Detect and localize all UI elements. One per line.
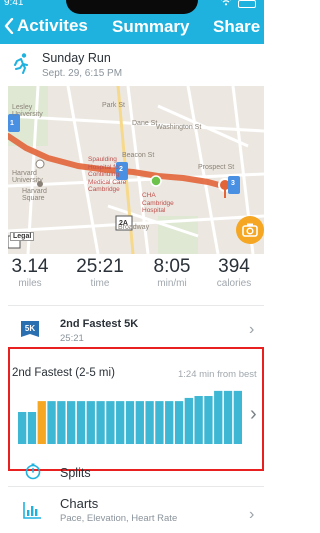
stat-calories: 394 calories bbox=[204, 256, 264, 289]
chevron-right-icon: › bbox=[250, 403, 257, 425]
mile-marker-2: 2 bbox=[119, 166, 123, 173]
runner-icon bbox=[14, 53, 28, 74]
comparison-bar-chart bbox=[18, 390, 242, 444]
map-label-prospect-st: Prospect St bbox=[198, 164, 235, 171]
past-run-bar bbox=[18, 412, 27, 444]
add-photo-button[interactable] bbox=[236, 216, 264, 244]
past-run-bar bbox=[57, 401, 66, 444]
device-notch bbox=[66, 0, 198, 14]
past-run-bar bbox=[96, 401, 105, 444]
mile-marker-3: 3 bbox=[231, 180, 235, 187]
past-run-bar bbox=[165, 401, 174, 444]
battery-icon bbox=[238, 0, 256, 8]
past-run-bar bbox=[223, 390, 233, 444]
map-label-dane-st: Dane St bbox=[132, 120, 158, 127]
past-run-bar bbox=[145, 401, 154, 444]
map-label-washington-st: Washington St bbox=[156, 124, 202, 131]
past-run-bar bbox=[86, 401, 95, 444]
comparison-delta: 1:24 min from best bbox=[178, 369, 257, 380]
past-run-bar bbox=[67, 401, 76, 444]
charts-subtitle: Pace, Elevation, Heart Rate bbox=[60, 513, 178, 524]
map-label-spaulding: Spaulding Hospital for Continuing Medica… bbox=[88, 156, 127, 193]
activity-name: Sunday Run bbox=[42, 51, 111, 65]
past-run-bar bbox=[76, 401, 86, 444]
past-run-bar bbox=[27, 412, 37, 444]
splits-row[interactable]: Splits bbox=[60, 466, 91, 480]
map-label-harvard-square: Harvard Square bbox=[22, 188, 47, 202]
share-button[interactable]: Share bbox=[213, 17, 260, 37]
route-map[interactable]: Lesley University Harvard University Har… bbox=[8, 86, 264, 254]
camera-icon bbox=[242, 223, 258, 237]
stat-value: 3.14 bbox=[11, 256, 49, 277]
stat-unit: miles bbox=[18, 278, 42, 289]
legal-link[interactable]: Legal bbox=[10, 232, 35, 241]
page-title: Summary bbox=[112, 17, 190, 36]
status-time: 9:41 bbox=[4, 0, 24, 8]
past-run-bar bbox=[125, 401, 135, 444]
map-label-lesley: Lesley University bbox=[12, 104, 43, 118]
back-label: Activites bbox=[17, 16, 88, 35]
map-label-harvard-university: Harvard University bbox=[12, 170, 43, 184]
past-run-bar bbox=[233, 390, 242, 444]
past-run-bar bbox=[116, 401, 125, 444]
stopwatch-icon bbox=[25, 463, 41, 480]
past-run-bar bbox=[47, 401, 56, 444]
stats-row: 3.14 miles 25:21 time 8:05 min/mi 394 ca… bbox=[0, 256, 264, 300]
past-run-bar bbox=[135, 401, 144, 444]
stat-value: 8:05 bbox=[153, 256, 191, 277]
stat-value: 25:21 bbox=[76, 256, 124, 277]
comparison-title: 2nd Fastest (2-5 mi) bbox=[12, 367, 115, 379]
achievement-title: 2nd Fastest 5K bbox=[60, 318, 139, 330]
chevron-right-icon: › bbox=[249, 321, 255, 338]
divider bbox=[8, 486, 264, 487]
top-nav-bar: 9:41 Activites Summary Share bbox=[0, 0, 264, 44]
map-label-beacon-st: Beacon St bbox=[122, 152, 155, 159]
past-run-bar bbox=[106, 401, 115, 444]
activity-info: Sunday Run Sept. 29, 6:15 PM bbox=[0, 48, 264, 84]
route-sign: 2A bbox=[119, 220, 128, 227]
past-run-bar bbox=[194, 396, 203, 444]
chevron-right-icon: › bbox=[249, 506, 255, 523]
stat-time: 25:21 time bbox=[68, 256, 132, 289]
past-run-bar bbox=[184, 397, 193, 444]
past-run-bar bbox=[155, 401, 164, 444]
charts-row[interactable] bbox=[0, 488, 264, 533]
map-label-cha: CHA Cambridge Hospital bbox=[142, 192, 174, 214]
mile-marker-1: 1 bbox=[10, 120, 14, 127]
achievement-subtitle: 25:21 bbox=[60, 333, 84, 344]
past-run-bar bbox=[204, 396, 213, 444]
stat-unit: calories bbox=[216, 278, 252, 289]
badge-label: 5K bbox=[25, 324, 35, 333]
current-run-bar bbox=[37, 401, 46, 444]
back-button[interactable]: Activites bbox=[4, 16, 88, 36]
stat-pace: 8:05 min/mi bbox=[140, 256, 204, 289]
stat-value: 394 bbox=[218, 256, 250, 277]
past-run-bar bbox=[214, 390, 223, 444]
activity-date: Sept. 29, 6:15 PM bbox=[42, 68, 123, 79]
past-run-bar bbox=[174, 401, 184, 444]
map-label-park-st: Park St bbox=[102, 102, 125, 109]
5k-badge-icon: 5K bbox=[21, 321, 39, 337]
stat-unit: time bbox=[90, 278, 110, 289]
stat-distance: 3.14 miles bbox=[0, 256, 60, 289]
wifi-icon bbox=[220, 0, 232, 9]
stat-unit: min/mi bbox=[157, 278, 187, 289]
charts-title: Charts bbox=[60, 496, 99, 511]
chevron-left-icon bbox=[4, 18, 14, 34]
